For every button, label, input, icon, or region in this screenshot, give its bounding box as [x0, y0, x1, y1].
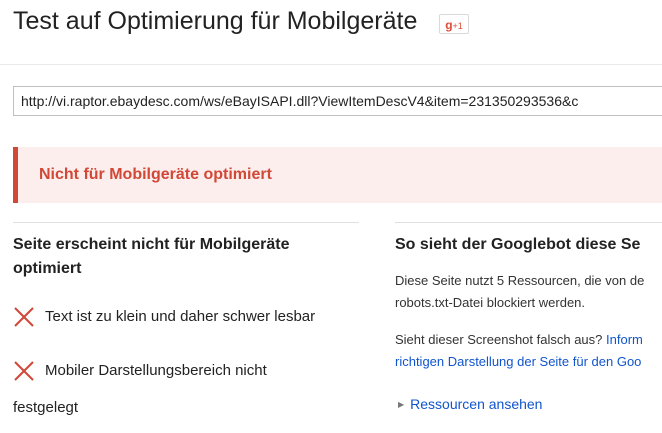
- view-resources-link[interactable]: ▶ Ressourcen ansehen: [398, 396, 542, 412]
- url-input[interactable]: http://vi.raptor.ebaydesc.com/ws/eBayISA…: [13, 86, 662, 116]
- google-plus-one-button[interactable]: g+1: [439, 14, 469, 34]
- rendering-info-link[interactable]: richtigen Darstellung der Seite für den …: [395, 354, 641, 369]
- result-alert-text: Nicht für Mobilgeräte optimiert: [39, 166, 272, 183]
- page-title: Test auf Optimierung für Mobilgeräte: [13, 7, 418, 35]
- info-link[interactable]: Inform: [606, 332, 643, 347]
- left-panel-heading: Seite erscheint nicht für Mobilgeräte op…: [13, 236, 290, 277]
- blocked-resources-text-line1: Diese Seite nutzt 5 Ressourcen, die von …: [395, 273, 645, 288]
- screenshot-feedback-text: Sieht dieser Screenshot falsch aus?: [395, 332, 607, 347]
- blocked-resources-text-line2: robots.txt-Datei blockiert werden.: [395, 295, 586, 310]
- red-x-icon: [14, 307, 34, 327]
- header-divider: [0, 64, 662, 65]
- result-alert-banner: Nicht für Mobilgeräte optimiert: [13, 147, 662, 203]
- right-panel-heading: So sieht der Googlebot diese Se: [395, 236, 641, 253]
- left-column-divider: [13, 222, 359, 223]
- right-column-divider: [395, 222, 662, 223]
- red-x-icon: [14, 361, 34, 381]
- triangle-right-icon: ▶: [398, 400, 405, 409]
- issue-text: Mobiler Darstellungsbereich nicht: [45, 362, 267, 379]
- screenshot-feedback-line1: Sieht dieser Screenshot falsch aus? Info…: [395, 328, 643, 352]
- screenshot-feedback-line2: richtigen Darstellung der Seite für den …: [395, 350, 641, 374]
- issue-text: Text ist zu klein und daher schwer lesba…: [45, 308, 316, 325]
- view-resources-label[interactable]: Ressourcen ansehen: [410, 396, 542, 412]
- issue-text-continuation: festgelegt: [13, 399, 79, 416]
